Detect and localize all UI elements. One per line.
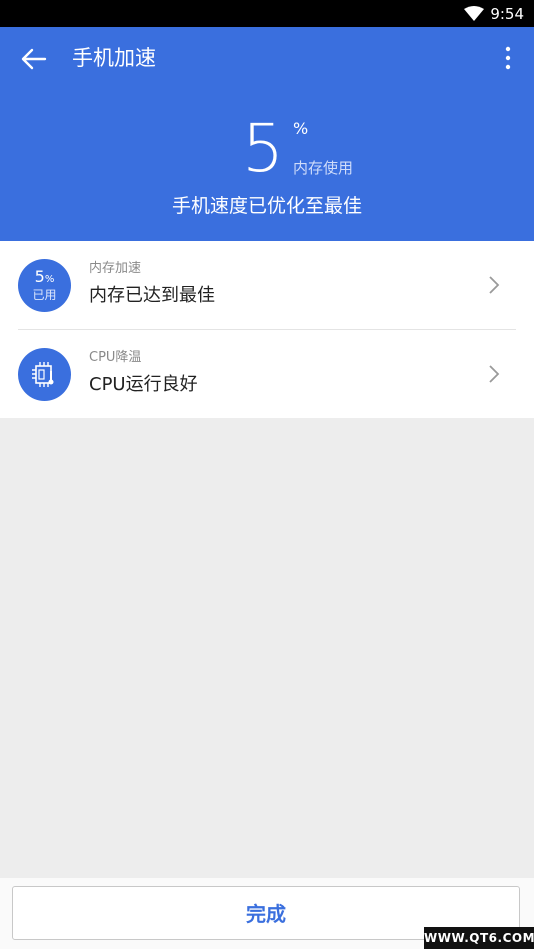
cpu-thermometer-icon [32, 362, 54, 387]
page-title: 手机加速 [72, 46, 156, 70]
memory-usage-badge: 5% 已用 [18, 259, 71, 312]
back-button[interactable] [14, 41, 54, 77]
memory-percent: 5 [242, 110, 284, 187]
list-item-value: 内存已达到最佳 [89, 285, 215, 306]
list-item-memory-boost[interactable]: 5% 已用 内存加速 内存已达到最佳 [0, 241, 534, 330]
header: 手机加速 5 % 内存使用 手机速度已优化至最佳 [0, 27, 534, 241]
more-vertical-icon [505, 46, 511, 70]
wifi-icon [464, 6, 484, 21]
watermark: WWW.QT6.COM [424, 927, 534, 949]
chevron-right-icon [489, 276, 500, 294]
chevron-right-icon [489, 365, 500, 383]
more-options-button[interactable] [496, 43, 520, 73]
optimization-status: 手机速度已优化至最佳 [171, 195, 362, 217]
list-item-cpu-cooling[interactable]: CPU降温 CPU运行良好 [0, 330, 534, 418]
status-time: 9:54 [490, 5, 524, 23]
list-item-value: CPU运行良好 [89, 374, 198, 395]
percent-sign: % [293, 119, 309, 138]
list-item-label: CPU降温 [89, 350, 142, 365]
memory-usage-label: 内存使用 [293, 159, 354, 177]
result-list: 5% 已用 内存加速 内存已达到最佳 CPU降温 CPU运行良好 [0, 241, 534, 418]
back-arrow-icon [21, 48, 47, 70]
memory-badge-caption: 已用 [32, 288, 57, 302]
cpu-badge [18, 348, 71, 401]
list-item-label: 内存加速 [89, 261, 142, 276]
status-bar: 9:54 [0, 0, 534, 27]
